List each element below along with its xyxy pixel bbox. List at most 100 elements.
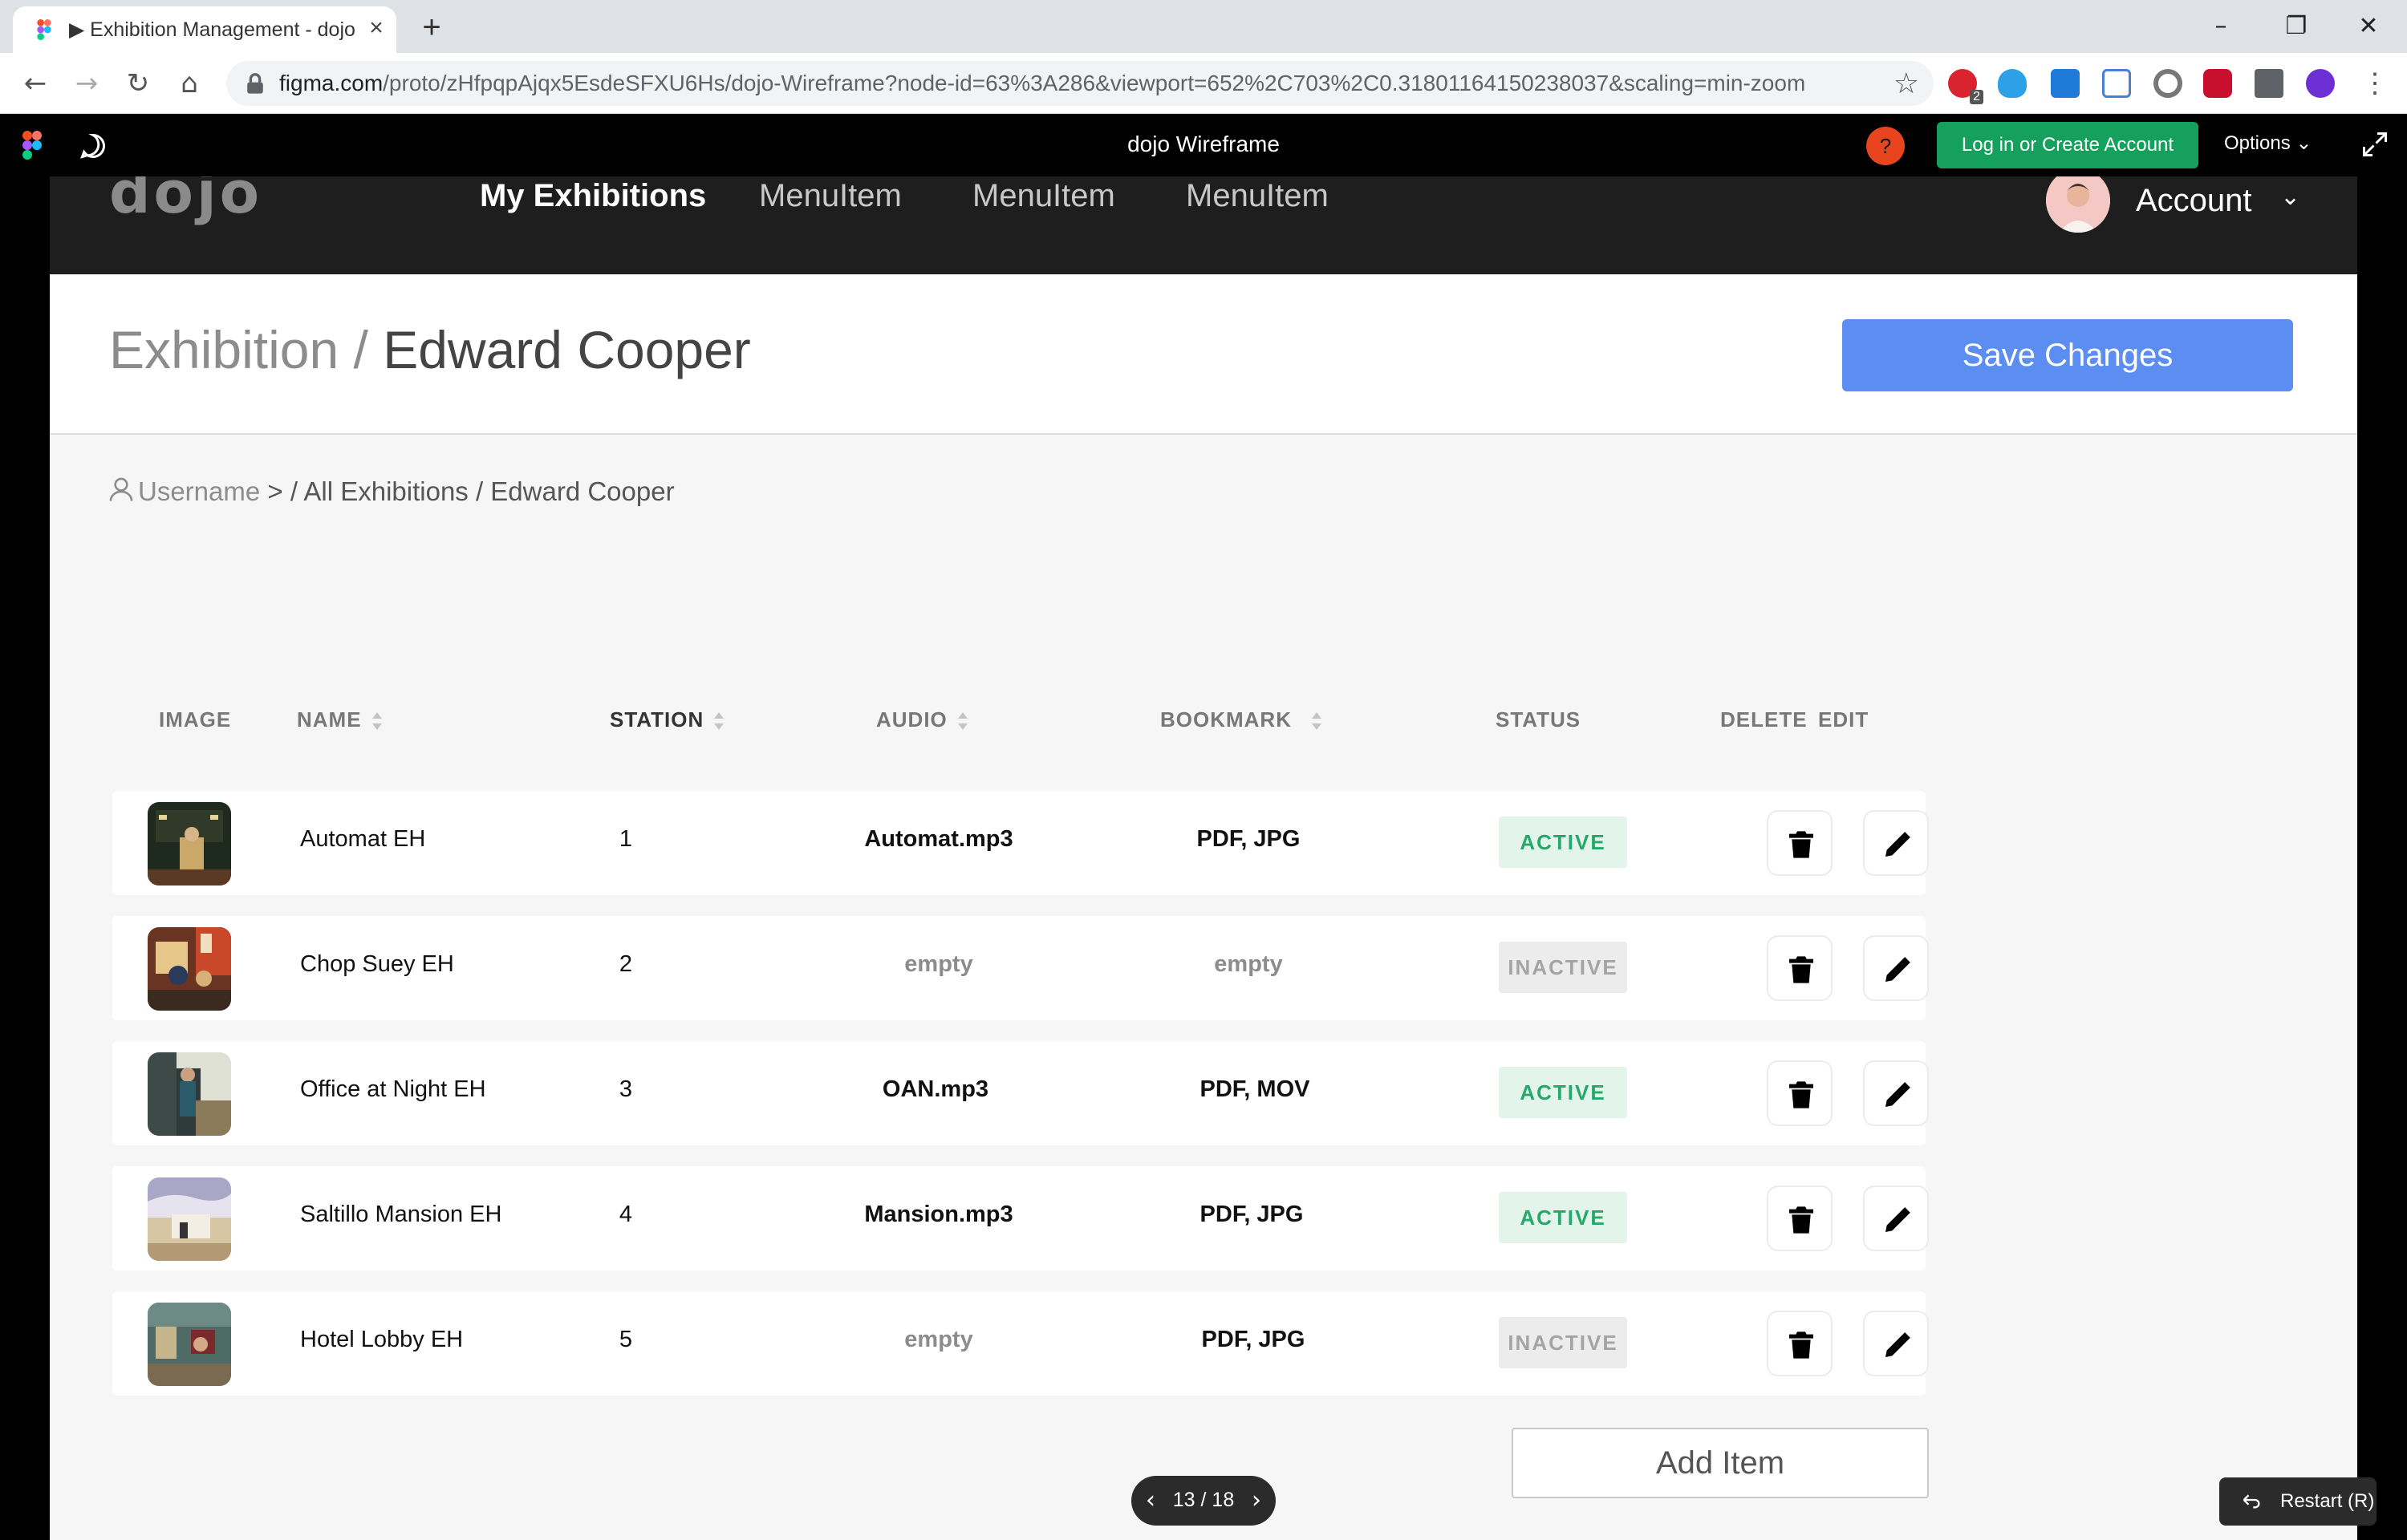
breadcrumb: Username > / All Exhibitions / Edward Co… — [109, 476, 675, 507]
artwork-thumbnail — [148, 1052, 231, 1136]
page-title-name: Edward Cooper — [383, 320, 751, 379]
figma-logo-icon[interactable] — [22, 130, 42, 160]
home-icon[interactable]: ⌂ — [170, 64, 209, 103]
account-chevron-icon[interactable]: ⌄ — [2280, 183, 2300, 211]
frame-counter: 13 / 18 — [1172, 1489, 1235, 1511]
options-menu[interactable]: Options ⌄ — [2224, 132, 2312, 155]
new-tab-icon[interactable]: + — [414, 10, 449, 45]
avatar[interactable] — [2046, 176, 2110, 233]
breadcrumb-path[interactable]: > / All Exhibitions / Edward Cooper — [267, 476, 674, 506]
table-row[interactable]: Hotel Lobby EH 5 empty PDF, JPG INACTIVE — [112, 1291, 1929, 1396]
edit-button[interactable] — [1863, 810, 1929, 876]
delete-button[interactable] — [1767, 1311, 1833, 1376]
column-header-station[interactable]: STATION — [610, 707, 725, 732]
column-header-name[interactable]: NAME — [297, 707, 383, 732]
row-station: 1 — [619, 826, 633, 852]
page-title-section[interactable]: Exhibition / — [109, 320, 368, 379]
dojo-logo[interactable]: dojo — [109, 176, 262, 226]
row-station: 3 — [619, 1076, 633, 1102]
edit-button[interactable] — [1863, 1060, 1929, 1126]
app-navbar: dojo My Exhibitions MenuItem MenuItem Me… — [50, 176, 2357, 274]
table-row[interactable]: Chop Suey EH 2 empty empty INACTIVE — [112, 916, 1929, 1020]
column-header-delete: DELETE — [1720, 707, 1808, 732]
pencil-icon — [1885, 1082, 1910, 1107]
help-icon[interactable]: ? — [1866, 127, 1905, 165]
status-badge: ACTIVE — [1499, 1192, 1627, 1243]
comment-icon[interactable] — [79, 132, 108, 160]
account-menu[interactable]: Account — [2136, 183, 2252, 219]
column-header-bookmark[interactable]: BOOKMARK — [1160, 707, 1322, 732]
row-name: Automat EH — [300, 826, 426, 852]
prototype-pager: ‹ 13 / 18 › — [1131, 1476, 1276, 1526]
extension-doc-icon[interactable] — [2102, 69, 2131, 98]
row-name: Hotel Lobby EH — [300, 1327, 464, 1352]
edit-button[interactable] — [1863, 935, 1929, 1001]
row-audio: Automat.mp3 — [864, 826, 1013, 852]
nav-my-exhibitions[interactable]: My Exhibitions — [480, 178, 706, 214]
back-icon[interactable]: ← — [16, 64, 55, 103]
prototype-title: dojo Wireframe — [1127, 132, 1280, 156]
restart-button[interactable]: Restart (R) — [2219, 1477, 2377, 1526]
row-station: 5 — [619, 1327, 633, 1352]
avatar-portrait-icon — [2046, 176, 2110, 233]
row-audio: empty — [904, 951, 973, 977]
sort-icon — [371, 712, 382, 731]
delete-button[interactable] — [1767, 1060, 1833, 1126]
url-text: figma.com/proto/zHfpqpAjqx5EsdeSFXU6Hs/d… — [279, 71, 1806, 95]
table-row[interactable]: Saltillo Mansion EH 4 Mansion.mp3 PDF, J… — [112, 1166, 1929, 1270]
restart-icon — [2243, 1494, 2260, 1509]
page-header: Exhibition / Edward Cooper Save Changes — [50, 274, 2357, 435]
restore-icon[interactable]: ❐ — [2272, 6, 2320, 47]
trash-icon — [1789, 1331, 1813, 1359]
artwork-thumbnail — [148, 802, 231, 886]
row-bookmark: empty — [1214, 951, 1283, 977]
pencil-icon — [1885, 957, 1910, 982]
prototype-frame: dojo My Exhibitions MenuItem MenuItem Me… — [50, 176, 2357, 1540]
sort-icon — [957, 712, 968, 731]
breadcrumb-username[interactable]: Username — [138, 476, 260, 506]
minimize-icon[interactable]: – — [2197, 6, 2245, 47]
extension-badge: 2 — [1970, 90, 1983, 104]
delete-button[interactable] — [1767, 1185, 1833, 1251]
forward-icon[interactable]: → — [67, 64, 106, 103]
previous-frame-icon[interactable]: ‹ — [1136, 1484, 1165, 1518]
nav-menuitem-1[interactable]: MenuItem — [759, 178, 902, 214]
table-row[interactable]: Office at Night EH 3 OAN.mp3 PDF, MOV AC… — [112, 1041, 1929, 1145]
delete-button[interactable] — [1767, 810, 1833, 876]
reload-icon[interactable]: ↻ — [119, 64, 157, 103]
trash-icon — [1789, 831, 1813, 858]
login-button[interactable]: Log in or Create Account — [1937, 122, 2198, 168]
add-item-button[interactable]: Add Item — [1512, 1428, 1929, 1498]
restart-label: Restart (R) — [2280, 1490, 2375, 1512]
status-badge: ACTIVE — [1499, 1067, 1627, 1118]
column-header-audio[interactable]: AUDIO — [876, 707, 968, 732]
fullscreen-icon[interactable] — [2360, 130, 2389, 159]
extension-circle-icon[interactable] — [2153, 69, 2182, 98]
artwork-thumbnail — [148, 1303, 231, 1386]
edit-button[interactable] — [1863, 1185, 1929, 1251]
trash-icon — [1789, 956, 1813, 983]
extension-s-icon[interactable] — [2051, 69, 2080, 98]
delete-button[interactable] — [1767, 935, 1833, 1001]
bookmark-star-icon[interactable]: ☆ — [1894, 67, 1919, 100]
browser-tab[interactable]: ▶ Exhibition Management - dojo × — [13, 6, 396, 53]
nav-menuitem-2[interactable]: MenuItem — [972, 178, 1115, 214]
edit-button[interactable] — [1863, 1311, 1929, 1376]
extension-cloud-icon[interactable] — [1998, 69, 2027, 98]
table-row[interactable]: Automat EH 1 Automat.mp3 PDF, JPG ACTIVE — [112, 791, 1929, 895]
figma-favicon-icon — [37, 19, 51, 40]
address-bar[interactable]: figma.com/proto/zHfpqpAjqx5EsdeSFXU6Hs/d… — [226, 61, 1934, 106]
tab-close-icon[interactable]: × — [361, 13, 392, 43]
extension-adblock-icon[interactable]: 2 — [1948, 69, 1983, 104]
next-frame-icon[interactable]: › — [1242, 1484, 1271, 1518]
row-audio: Mansion.mp3 — [864, 1202, 1013, 1227]
row-name: Saltillo Mansion EH — [300, 1202, 502, 1227]
save-changes-button[interactable]: Save Changes — [1842, 319, 2293, 391]
window-close-icon[interactable]: ✕ — [2344, 6, 2393, 47]
extensions-puzzle-icon[interactable] — [2255, 69, 2283, 98]
nav-menuitem-3[interactable]: MenuItem — [1186, 178, 1329, 214]
extension-b-icon[interactable] — [2203, 69, 2232, 98]
browser-menu-icon[interactable]: ⋮ — [2359, 64, 2391, 103]
pencil-icon — [1885, 832, 1910, 857]
extension-profile-icon[interactable] — [2306, 69, 2335, 98]
